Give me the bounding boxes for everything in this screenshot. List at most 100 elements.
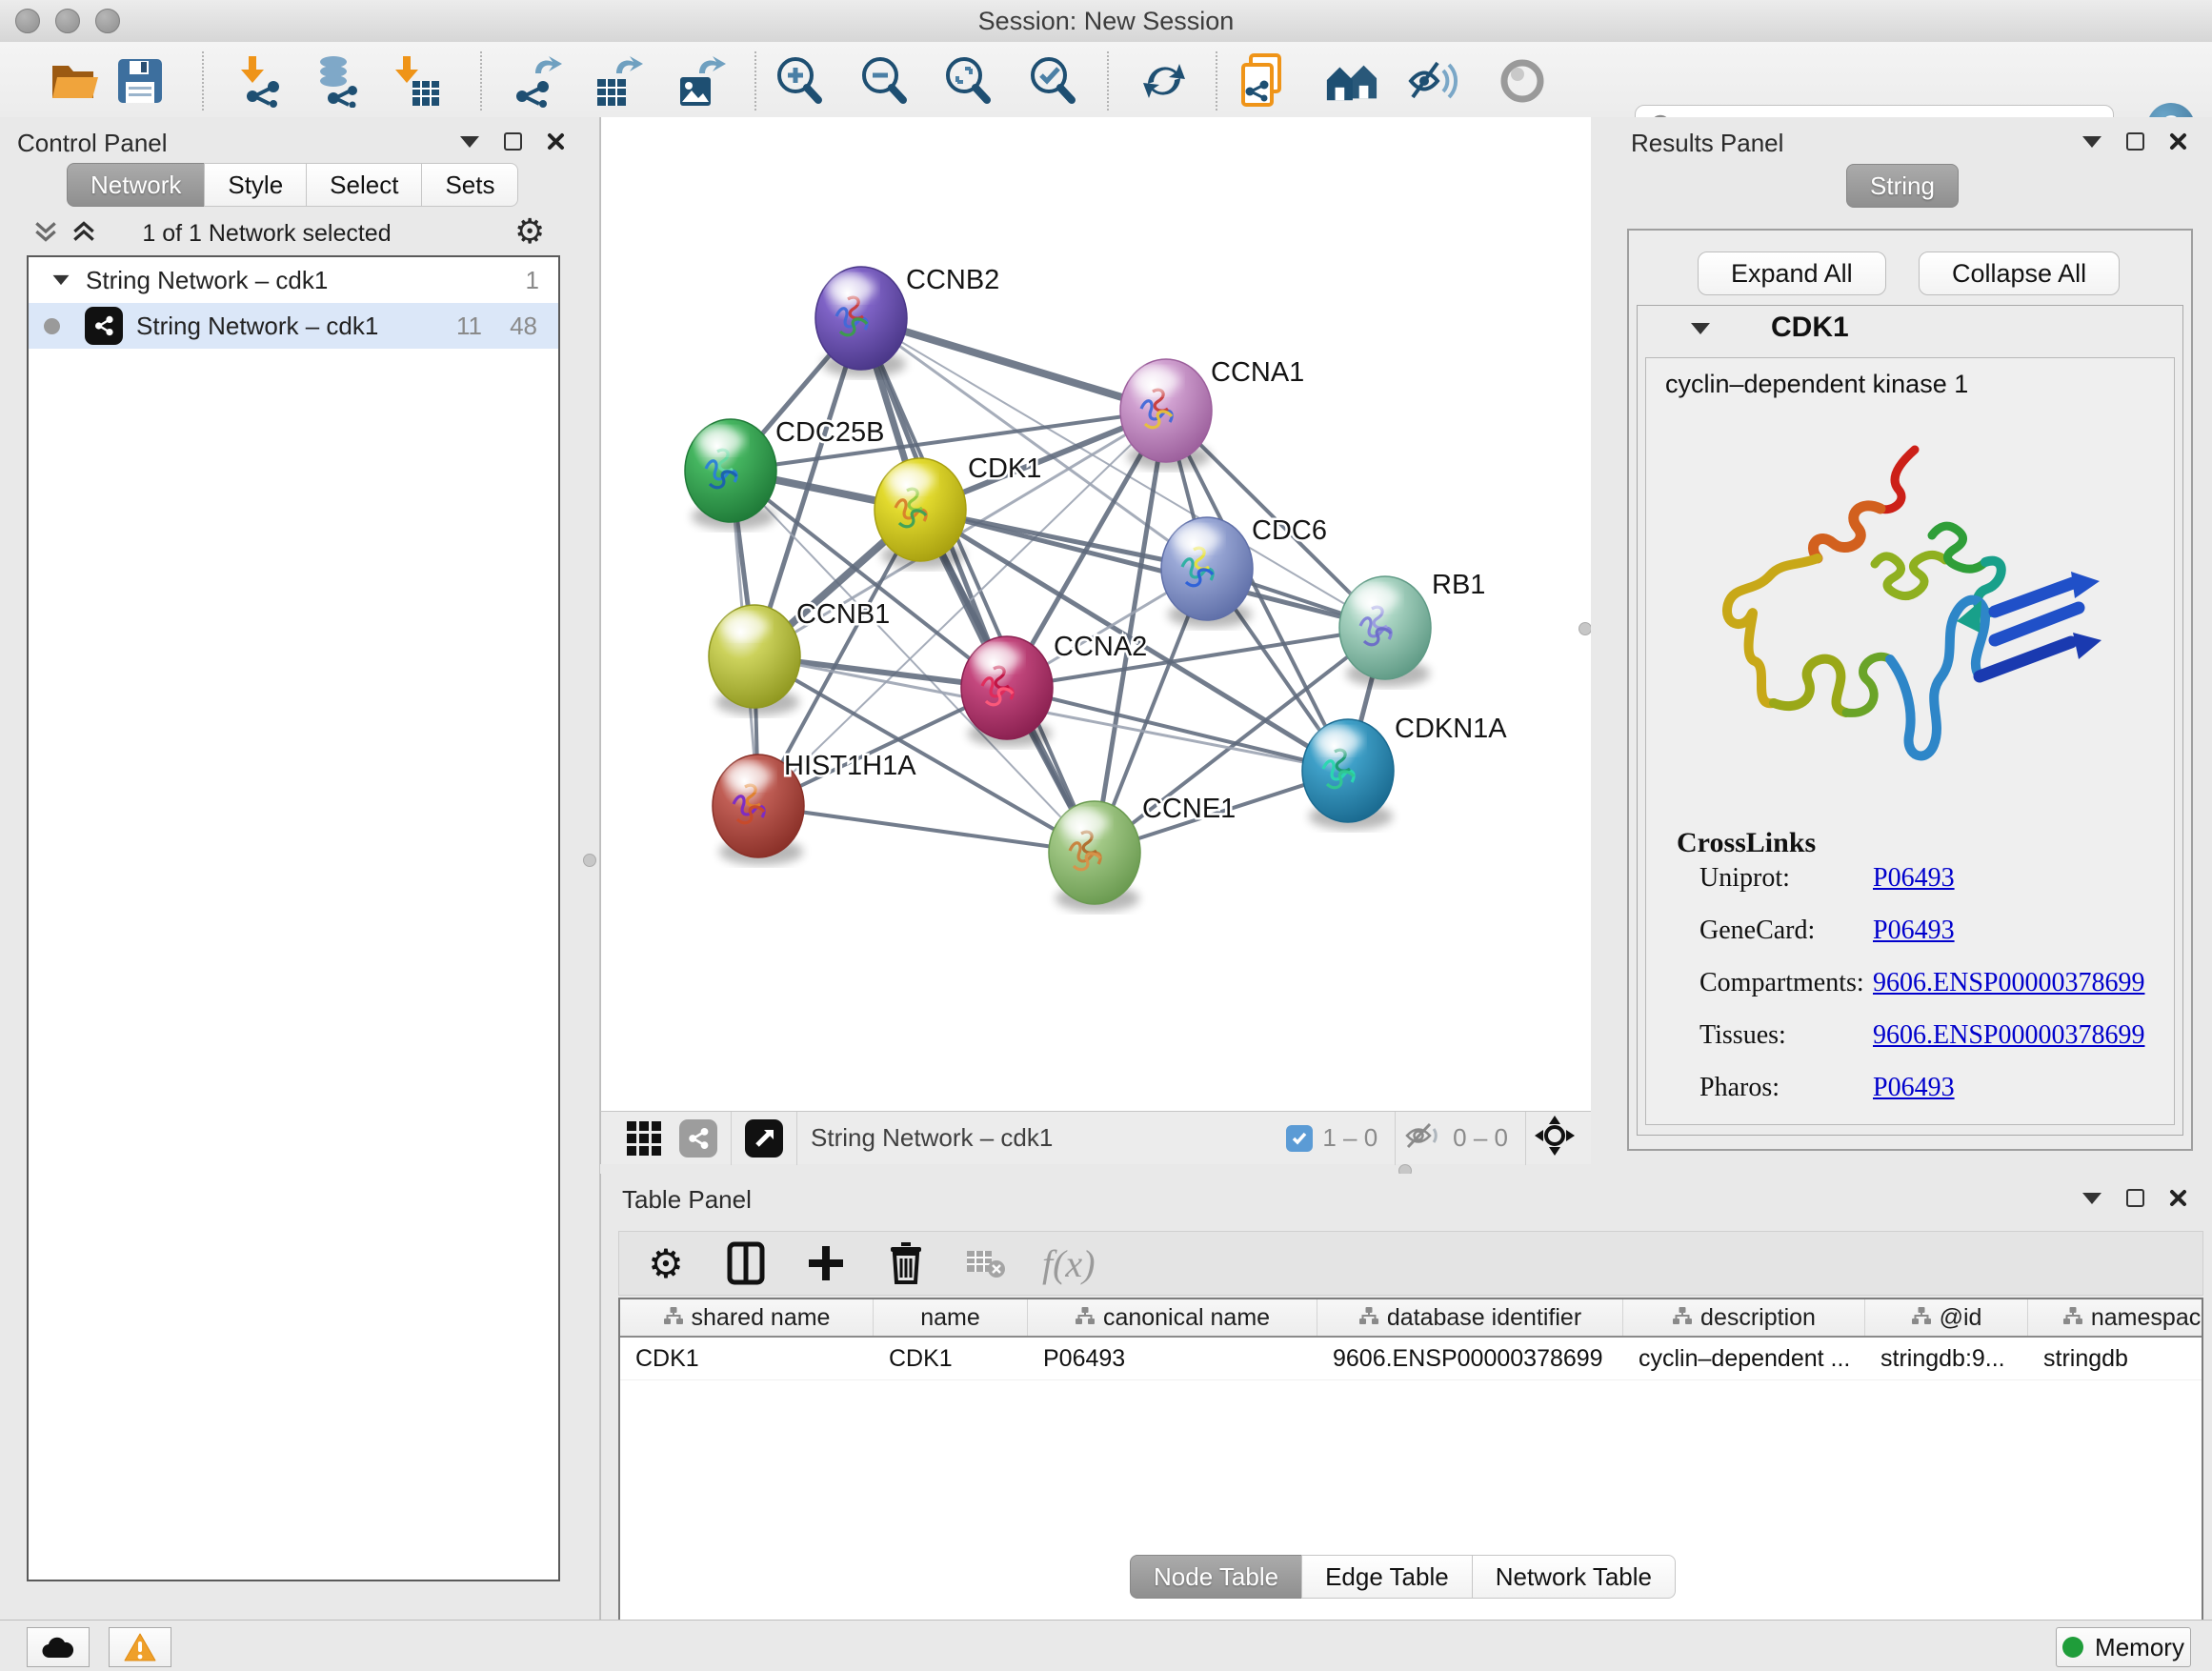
tab-network[interactable]: Network xyxy=(67,163,205,207)
node-CCNA2[interactable] xyxy=(961,636,1053,747)
node-CDC25B[interactable] xyxy=(685,419,776,530)
tab-node-table[interactable]: Node Table xyxy=(1130,1555,1302,1599)
left-splitter-handle[interactable] xyxy=(583,854,596,867)
close-panel-icon[interactable] xyxy=(2169,1189,2187,1207)
column-header-name[interactable]: name xyxy=(874,1299,1028,1336)
warning-icon xyxy=(124,1633,156,1661)
crosslink-link[interactable]: P06493 xyxy=(1873,1073,1955,1103)
panel-menu-icon[interactable] xyxy=(2082,136,2101,148)
crosslink-link[interactable]: P06493 xyxy=(1873,863,1955,894)
network-row-selected[interactable]: String Network – cdk1 11 48 xyxy=(29,303,558,349)
network-manager-icon[interactable] xyxy=(1323,53,1378,109)
table-cell[interactable]: 9606.ENSP00000378699 xyxy=(1317,1338,1623,1379)
column-header-description[interactable]: description xyxy=(1623,1299,1865,1336)
cloud-status-button[interactable] xyxy=(27,1627,90,1667)
close-panel-icon[interactable] xyxy=(547,132,565,151)
zoom-in-icon[interactable] xyxy=(772,53,827,109)
import-network-database-icon[interactable] xyxy=(312,53,368,109)
column-header--id[interactable]: @id xyxy=(1865,1299,2028,1336)
network-view-toolbar: String Network – cdk1 1 – 0 0 – 0 xyxy=(600,1111,1591,1164)
selected-checkbox-icon[interactable] xyxy=(1286,1125,1313,1152)
float-panel-icon[interactable] xyxy=(504,132,522,151)
collection-expand-icon[interactable] xyxy=(53,275,70,285)
column-header-canonical-name[interactable]: canonical name xyxy=(1028,1299,1317,1336)
birds-eye-view-icon[interactable] xyxy=(745,1119,783,1158)
export-table-icon[interactable] xyxy=(590,53,645,109)
float-panel-icon[interactable] xyxy=(2126,1189,2144,1207)
title-bar: Session: New Session xyxy=(0,0,2212,43)
hidden-eye-icon[interactable] xyxy=(1403,1121,1443,1155)
table-cell[interactable]: cyclin–dependent ... xyxy=(1623,1338,1865,1379)
memory-button[interactable]: Memory xyxy=(2056,1627,2191,1667)
node-CDKN1A[interactable] xyxy=(1302,719,1394,830)
save-session-icon[interactable] xyxy=(112,53,168,109)
zoom-fit-icon[interactable] xyxy=(940,53,995,109)
hide-selected-icon[interactable] xyxy=(1406,53,1461,109)
node-label-CDC6: CDC6 xyxy=(1252,515,1327,546)
node-CCNA1[interactable] xyxy=(1120,359,1212,470)
status-bar: Memory xyxy=(0,1620,2212,1671)
tab-network-table[interactable]: Network Table xyxy=(1472,1555,1676,1599)
float-panel-icon[interactable] xyxy=(2126,132,2144,151)
tab-string[interactable]: String xyxy=(1846,164,1959,208)
open-session-icon[interactable] xyxy=(48,53,103,109)
zoom-out-icon[interactable] xyxy=(856,53,912,109)
apply-layout-icon[interactable] xyxy=(1136,53,1192,109)
delete-column-icon[interactable] xyxy=(882,1239,930,1287)
panel-menu-icon[interactable] xyxy=(2082,1193,2101,1204)
column-header-namespace[interactable]: namespace xyxy=(2028,1299,2203,1336)
close-panel-icon[interactable] xyxy=(2169,132,2187,151)
tab-edge-table[interactable]: Edge Table xyxy=(1301,1555,1473,1599)
create-column-icon[interactable] xyxy=(802,1239,850,1287)
crosslink-link[interactable]: P06493 xyxy=(1873,916,1955,946)
control-panel: Control Panel Network Style Select Sets … xyxy=(0,117,600,1620)
node-RB1[interactable] xyxy=(1339,576,1431,687)
node-CCNB2[interactable] xyxy=(815,267,907,377)
function-builder-icon: f(x) xyxy=(1042,1239,1096,1287)
column-header-shared-name[interactable]: shared name xyxy=(620,1299,874,1336)
entry-collapse-icon[interactable] xyxy=(1691,323,1710,334)
node-CCNB1[interactable] xyxy=(709,605,800,715)
table-cell[interactable]: stringdb xyxy=(2028,1338,2203,1379)
node-CCNE1[interactable] xyxy=(1049,801,1140,912)
panel-menu-icon[interactable] xyxy=(460,136,479,148)
crosslink-link[interactable]: 9606.ENSP00000378699 xyxy=(1873,968,2144,998)
export-network-icon[interactable] xyxy=(509,53,564,109)
grid-view-icon[interactable] xyxy=(620,1115,668,1162)
table-cell[interactable]: P06493 xyxy=(1028,1338,1317,1379)
collapse-all-button[interactable]: Collapse All xyxy=(1919,252,2120,295)
clone-network-icon[interactable] xyxy=(1237,53,1293,109)
column-header-database-identifier[interactable]: database identifier xyxy=(1317,1299,1623,1336)
zoom-selected-icon[interactable] xyxy=(1025,53,1080,109)
node-CDK1[interactable] xyxy=(875,458,966,569)
warning-status-button[interactable] xyxy=(109,1627,171,1667)
show-columns-icon[interactable] xyxy=(722,1239,770,1287)
table-header-row: shared namenamecanonical namedatabase id… xyxy=(620,1299,2202,1338)
node-CDC6[interactable] xyxy=(1161,517,1253,628)
tab-select[interactable]: Select xyxy=(306,163,422,207)
table-row[interactable]: CDK1CDK1P064939606.ENSP00000378699cyclin… xyxy=(620,1338,2202,1380)
right-splitter-handle[interactable] xyxy=(1579,622,1592,635)
fit-selected-crosshair-icon[interactable] xyxy=(1534,1115,1576,1161)
export-image-icon[interactable] xyxy=(673,53,728,109)
import-table-file-icon[interactable] xyxy=(390,53,445,109)
column-type-icon xyxy=(663,1304,684,1332)
edge-CCNB2-CCNA1[interactable] xyxy=(861,318,1166,411)
network-options-gear-icon[interactable]: ⚙ xyxy=(514,214,545,249)
expand-all-button[interactable]: Expand All xyxy=(1698,252,1886,295)
tab-sets[interactable]: Sets xyxy=(421,163,518,207)
network-canvas[interactable]: CCNB2CCNA1CDC25BCDK1CDC6RB1CCNB1CCNA2CDK… xyxy=(600,117,1591,1111)
table-cell[interactable]: CDK1 xyxy=(620,1338,874,1379)
network-share-icon[interactable] xyxy=(679,1119,717,1158)
crosslink-link[interactable]: 9606.ENSP00000378699 xyxy=(1873,1020,2144,1051)
table-cell[interactable]: CDK1 xyxy=(874,1338,1028,1379)
table-cell[interactable]: stringdb:9... xyxy=(1865,1338,2028,1379)
network-graph[interactable]: CCNB2CCNA1CDC25BCDK1CDC6RB1CCNB1CCNA2CDK… xyxy=(601,117,1592,1111)
import-network-file-icon[interactable] xyxy=(235,53,291,109)
edge-HIST1H1A-CCNE1[interactable] xyxy=(758,806,1095,853)
table-options-gear-icon[interactable]: ⚙ xyxy=(642,1239,690,1287)
show-all-icon[interactable] xyxy=(1495,53,1550,109)
string-results-box: Expand All Collapse All CDK1 cyclin–depe… xyxy=(1627,229,2193,1151)
network-collection-row[interactable]: String Network – cdk1 1 xyxy=(29,257,558,303)
tab-style[interactable]: Style xyxy=(204,163,307,207)
